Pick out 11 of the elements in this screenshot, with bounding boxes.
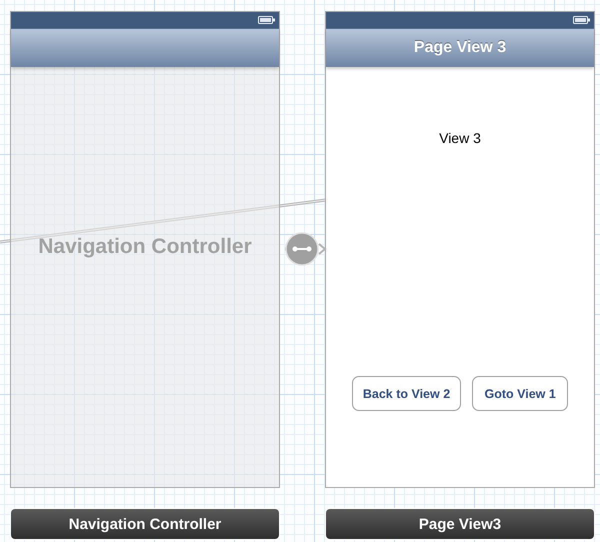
- view-controller-scene[interactable]: Page View 3 View 3 Back to View 2 Goto View 1: [326, 12, 594, 487]
- navigation-title: Page View 3: [414, 39, 506, 57]
- relationship-segue-icon[interactable]: [285, 232, 327, 266]
- battery-icon: [573, 16, 590, 24]
- battery-icon: [258, 16, 275, 24]
- view-label: View 3: [439, 130, 481, 146]
- scene-name-bar[interactable]: Page View3: [326, 509, 594, 539]
- scene-name-bar[interactable]: Navigation Controller: [11, 509, 279, 539]
- rounded-button[interactable]: Back to View 2: [352, 376, 462, 411]
- rounded-button[interactable]: Goto View 1: [472, 376, 568, 411]
- scene-watermark: Navigation Controller: [37, 235, 253, 259]
